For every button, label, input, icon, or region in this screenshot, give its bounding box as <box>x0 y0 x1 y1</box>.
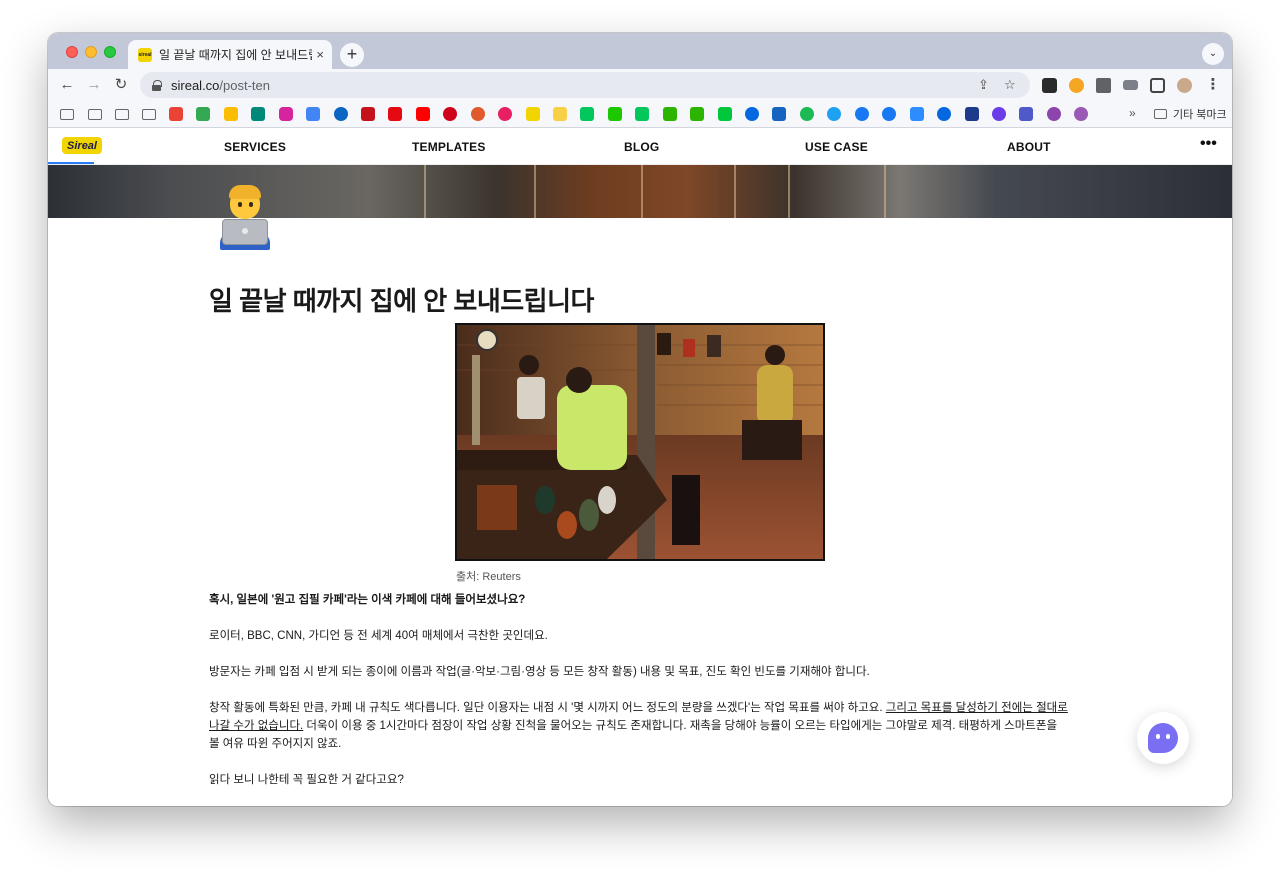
image-caption: 출처: Reuters <box>456 571 521 583</box>
browser-toolbar: ← → ↻ sireal.co/post-ten ⇪ ☆ ⋮ <box>48 69 1232 101</box>
tab-title: 일 끝날 때까지 집에 안 보내드립니다 <box>159 48 312 62</box>
extensions-puzzle-icon[interactable] <box>1096 78 1111 93</box>
page-content: 일 끝날 때까지 집에 안 보내드립니다 출처: Reuters 혹시, 일본에… <box>48 165 1232 806</box>
v-bookmark-icon[interactable] <box>361 107 375 121</box>
tab-strip: sireal 일 끝날 때까지 집에 안 보내드립니다 × + ⌄ <box>48 33 1232 69</box>
browser-menu-icon[interactable]: ⋮ <box>1202 74 1224 96</box>
address-bar[interactable]: sireal.co/post-ten ⇪ ☆ <box>140 72 1030 98</box>
other-bookmarks-folder[interactable]: 기타 북마크 <box>1154 106 1227 122</box>
paragraph-5: 읽다 보니 나한테 꼭 필요한 거 같다고요? <box>209 774 404 786</box>
url-text: sireal.co/post-ten <box>171 77 271 93</box>
active-nav-indicator <box>48 162 94 164</box>
tab-search-button[interactable]: ⌄ <box>1202 43 1224 65</box>
facebook-bookmark-icon[interactable] <box>882 107 896 121</box>
bookmark-folder-icon[interactable] <box>142 109 156 120</box>
site-navigation: Sireal SERVICES TEMPLATES BLOG USE CASE … <box>48 129 1232 165</box>
netflix-bookmark-icon[interactable] <box>388 107 402 121</box>
meta-bookmark-icon[interactable] <box>937 107 951 121</box>
jira-bookmark-icon[interactable] <box>772 107 786 121</box>
reload-icon[interactable]: ↻ <box>110 74 132 96</box>
site-favicon-icon: sireal <box>138 47 152 62</box>
chat-bot-icon <box>1148 723 1178 753</box>
extension-balloon-icon[interactable] <box>1069 78 1084 93</box>
meet-bookmark-icon[interactable] <box>251 107 265 121</box>
play-bookmark-icon[interactable] <box>498 107 512 121</box>
notes-bookmark-icon[interactable] <box>553 107 567 121</box>
bookmark-folder-icon[interactable] <box>115 109 129 120</box>
naver-bookmark-icon[interactable] <box>635 107 649 121</box>
bookmark-icon[interactable] <box>800 107 814 121</box>
cafe-photo <box>455 323 825 561</box>
instagram-bookmark-icon[interactable] <box>279 107 293 121</box>
chat-widget-button[interactable] <box>1137 712 1189 764</box>
gmail-bookmark-icon[interactable] <box>169 107 183 121</box>
nav-blog[interactable]: BLOG <box>624 140 659 154</box>
bookmark-folder-icon[interactable] <box>88 109 102 120</box>
chart-bookmark-icon[interactable] <box>608 107 622 121</box>
extension-send-icon[interactable] <box>1042 78 1057 93</box>
q-bookmark-icon[interactable] <box>1047 107 1061 121</box>
back-arrow-icon[interactable]: ← <box>56 74 78 96</box>
zoom-bookmark-icon[interactable] <box>910 107 924 121</box>
active-tab[interactable]: sireal 일 끝날 때까지 집에 안 보내드립니다 × <box>128 40 332 69</box>
drive-bookmark-icon[interactable] <box>196 107 210 121</box>
photos-bookmark-icon[interactable] <box>224 107 238 121</box>
naver-bookmark-icon[interactable] <box>580 107 594 121</box>
technologist-emoji-icon <box>216 183 274 251</box>
u-bookmark-icon[interactable] <box>1074 107 1088 121</box>
nav-about[interactable]: ABOUT <box>1007 140 1051 154</box>
page-title: 일 끝날 때까지 집에 안 보내드립니다 <box>209 286 594 316</box>
bookmarks-bar: » 기타 북마크 <box>48 101 1232 128</box>
meta-bookmark-icon[interactable] <box>745 107 759 121</box>
browser-window: sireal 일 끝날 때까지 집에 안 보내드립니다 × + ⌄ ← → ↻ … <box>48 33 1232 806</box>
nav-use-case[interactable]: USE CASE <box>805 140 868 154</box>
chat-bookmark-icon[interactable] <box>992 107 1006 121</box>
s-bookmark-icon[interactable] <box>471 107 485 121</box>
bookmark-star-icon[interactable]: ☆ <box>1004 77 1016 93</box>
tab-close-icon[interactable]: × <box>316 47 324 62</box>
more-menu-icon[interactable]: ••• <box>1200 135 1217 153</box>
bookmarks-overflow-icon[interactable]: » <box>1129 106 1136 120</box>
paragraph-3: 방문자는 카페 입점 시 받게 되는 종이에 이름과 작업(글·악보·그림·영상… <box>209 666 870 678</box>
teams-bookmark-icon[interactable] <box>1019 107 1033 121</box>
green-bookmark-icon[interactable] <box>718 107 732 121</box>
onedrive-bookmark-icon[interactable] <box>334 107 348 121</box>
c-bookmark-icon[interactable] <box>443 107 457 121</box>
blog-bookmark-icon[interactable] <box>663 107 677 121</box>
folder-icon <box>1154 109 1167 119</box>
new-tab-button[interactable]: + <box>340 43 364 67</box>
share-icon[interactable]: ⇪ <box>978 77 989 93</box>
youtube-bookmark-icon[interactable] <box>416 107 430 121</box>
paragraph-4: 창작 활동에 특화된 만큼, 카페 내 규칙도 색다릅니다. 일단 이용자는 내… <box>209 702 1068 750</box>
facebook-bookmark-icon[interactable] <box>855 107 869 121</box>
d-bookmark-icon[interactable] <box>965 107 979 121</box>
bookmark-folder-icon[interactable] <box>60 109 74 120</box>
lock-icon <box>152 79 162 91</box>
sireal-bookmark-icon[interactable] <box>526 107 540 121</box>
reading-list-icon[interactable] <box>1123 80 1138 90</box>
twitter-bookmark-icon[interactable] <box>827 107 841 121</box>
nav-services[interactable]: SERVICES <box>224 140 286 154</box>
forward-arrow-icon[interactable]: → <box>83 74 105 96</box>
other-bookmarks-label: 기타 북마크 <box>1173 109 1227 121</box>
blog-bookmark-icon[interactable] <box>690 107 704 121</box>
site-logo[interactable]: Sireal <box>62 137 102 154</box>
maximize-window-button[interactable] <box>104 46 116 58</box>
paragraph-1: 혹시, 일본에 '원고 집필 카페'라는 이색 카페에 대해 들어보셨나요? <box>209 594 526 606</box>
side-panel-icon[interactable] <box>1150 78 1165 93</box>
profile-avatar-icon[interactable] <box>1177 78 1192 93</box>
minimize-window-button[interactable] <box>85 46 97 58</box>
close-window-button[interactable] <box>66 46 78 58</box>
paragraph-2: 로이터, BBC, CNN, 가디언 등 전 세계 40여 매체에서 극찬한 곳… <box>209 630 548 642</box>
nav-templates[interactable]: TEMPLATES <box>412 140 486 154</box>
calendar-bookmark-icon[interactable] <box>306 107 320 121</box>
